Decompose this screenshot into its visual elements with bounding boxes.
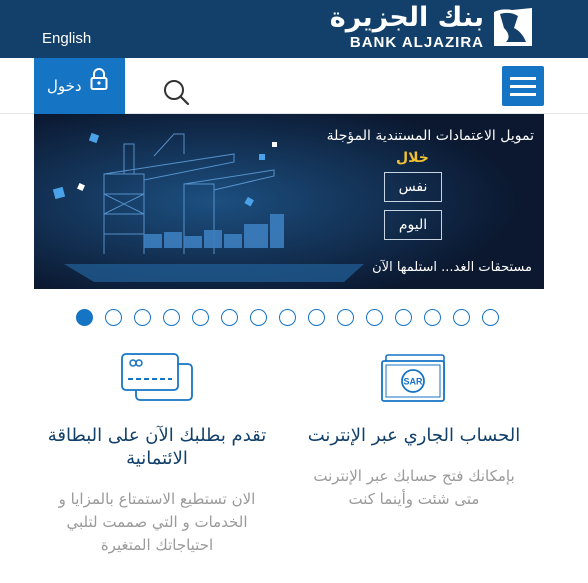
hamburger-menu-icon: [510, 77, 536, 80]
carousel-dot-11[interactable]: [366, 309, 383, 326]
promo-banner[interactable]: تمويل الاعتمادات المستندية المؤجلة خلال …: [34, 114, 544, 289]
banner-subtitle: مستحقات الغد... استلمها الآن: [372, 260, 532, 275]
logo-arabic-text: بنك الجزيرة: [329, 2, 484, 33]
carousel-dot-7[interactable]: [250, 309, 267, 326]
carousel-dot-14[interactable]: [453, 309, 470, 326]
top-header: English بنك الجزيرة BANK ALJAZIRA: [0, 0, 588, 58]
carousel-dot-10[interactable]: [337, 309, 354, 326]
carousel-dot-3[interactable]: [134, 309, 151, 326]
online-account-description: بإمكانك فتح حسابك عبر الإنترنت متى شئت و…: [313, 467, 515, 508]
credit-card-card[interactable]: تقدم بطلبك الآن على البطاقة الائتمانية ا…: [42, 352, 272, 557]
credit-card-description: الان تستطيع الاستمتاع بالمزايا و الخدمات…: [58, 490, 256, 554]
carousel-dot-8[interactable]: [279, 309, 296, 326]
login-button[interactable]: دخول: [34, 58, 125, 114]
search-icon[interactable]: [162, 78, 190, 106]
banner-title: تمويل الاعتمادات المستندية المؤجلة: [326, 128, 534, 144]
lock-icon: [90, 68, 108, 90]
carousel-dot-5[interactable]: [192, 309, 209, 326]
bank-logo-icon: [494, 8, 532, 46]
banner-box-day: اليوم: [384, 210, 442, 240]
svg-text:SAR: SAR: [403, 377, 423, 387]
banner-within-text: خلال: [396, 150, 429, 166]
carousel-dot-15[interactable]: [482, 309, 499, 326]
online-account-title: الحساب الجاري عبر الإنترنت: [307, 425, 521, 446]
carousel-dot-4[interactable]: [163, 309, 180, 326]
hamburger-menu-button[interactable]: [502, 66, 544, 106]
main-navbar: دخول: [0, 58, 588, 114]
carousel-dot-12[interactable]: [395, 309, 412, 326]
language-switch-link[interactable]: English: [42, 30, 91, 47]
carousel-dot-9[interactable]: [308, 309, 325, 326]
carousel-dot-2[interactable]: [105, 309, 122, 326]
online-account-card[interactable]: SAR الحساب الجاري عبر الإنترنت بإمكانك ف…: [299, 352, 529, 511]
carousel-dot-13[interactable]: [424, 309, 441, 326]
banner-box-same: نفس: [384, 172, 442, 202]
credit-card-title: تقدم بطلبك الآن على البطاقة الائتمانية: [47, 425, 267, 469]
login-label: دخول: [47, 77, 82, 95]
credit-card-icon: [121, 353, 193, 401]
carousel-dot-6[interactable]: [221, 309, 238, 326]
carousel-dot-1[interactable]: [76, 309, 93, 326]
carousel-pagination: [76, 309, 506, 329]
sar-banknote-icon: SAR: [381, 354, 445, 402]
logo-english-text: BANK ALJAZIRA: [349, 34, 484, 51]
